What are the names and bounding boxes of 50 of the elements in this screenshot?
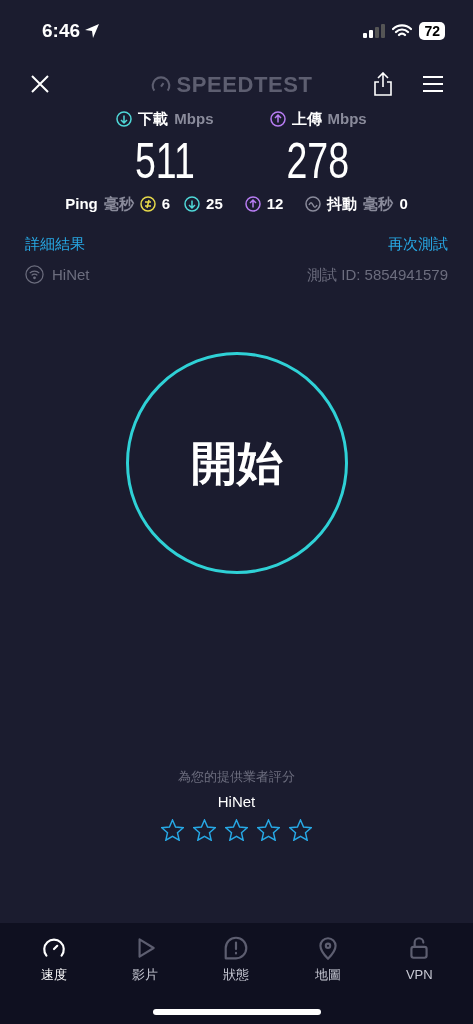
result-value: 511 xyxy=(135,131,195,191)
provider-name: HiNet xyxy=(52,264,90,285)
upload-icon xyxy=(244,195,261,212)
retest-link[interactable]: 再次測試 xyxy=(388,233,448,256)
rating-prompt: 為您的提供業者評分 xyxy=(178,768,295,786)
menu-icon[interactable] xyxy=(423,75,443,93)
jitter-icon xyxy=(305,195,322,212)
ping-unit: 毫秒 xyxy=(103,193,134,214)
jitter-label: 抖動 xyxy=(327,193,358,214)
test-id: 測試 ID: 5854941579 xyxy=(307,264,448,285)
details-link[interactable]: 詳細結果 xyxy=(25,233,85,256)
tab-button[interactable]: VPN xyxy=(384,935,455,985)
star-icon[interactable] xyxy=(289,819,312,841)
location-arrow-icon xyxy=(84,23,101,39)
status-time: 6:46 xyxy=(42,18,81,43)
result-unit: Mbps xyxy=(327,109,367,129)
download-icon xyxy=(116,111,133,128)
star-icon[interactable] xyxy=(257,819,280,841)
rating-provider: HiNet xyxy=(217,791,256,812)
tab-button[interactable]: 速度 xyxy=(18,935,89,985)
share-icon[interactable] xyxy=(373,72,393,96)
result-label: 上傳 xyxy=(291,109,322,129)
jitter-unit: 毫秒 xyxy=(363,193,394,214)
tab-button[interactable]: 狀態 xyxy=(201,935,272,985)
result-label: 下載 xyxy=(138,109,169,129)
ping-label: Ping xyxy=(65,193,98,214)
upload-ping-value: 12 xyxy=(266,193,284,214)
jitter-value: 0 xyxy=(399,193,408,214)
star-rating[interactable] xyxy=(161,819,312,841)
star-icon[interactable] xyxy=(193,819,216,841)
signal-icon xyxy=(363,24,386,38)
wifi-icon xyxy=(25,265,44,285)
download-ping-value: 25 xyxy=(206,193,223,214)
idle-ping-icon xyxy=(139,195,156,212)
star-icon[interactable] xyxy=(225,819,248,841)
result-unit: Mbps xyxy=(174,109,214,129)
idle-ping-value: 6 xyxy=(161,193,171,214)
battery-indicator: 72 xyxy=(419,22,445,40)
tab-button[interactable]: 地圖 xyxy=(292,935,363,985)
app-logo: SPEEDTEST xyxy=(176,70,313,99)
alert-icon xyxy=(223,935,250,961)
gauge-icon xyxy=(150,75,171,93)
star-icon[interactable] xyxy=(161,819,184,841)
close-icon[interactable] xyxy=(30,74,50,94)
result-value: 278 xyxy=(286,131,350,191)
wifi-icon xyxy=(392,24,413,38)
upload-icon xyxy=(269,111,286,128)
download-icon xyxy=(184,195,201,212)
start-button[interactable]: 開始 xyxy=(125,352,348,574)
tab-button[interactable]: 影片 xyxy=(110,935,181,985)
